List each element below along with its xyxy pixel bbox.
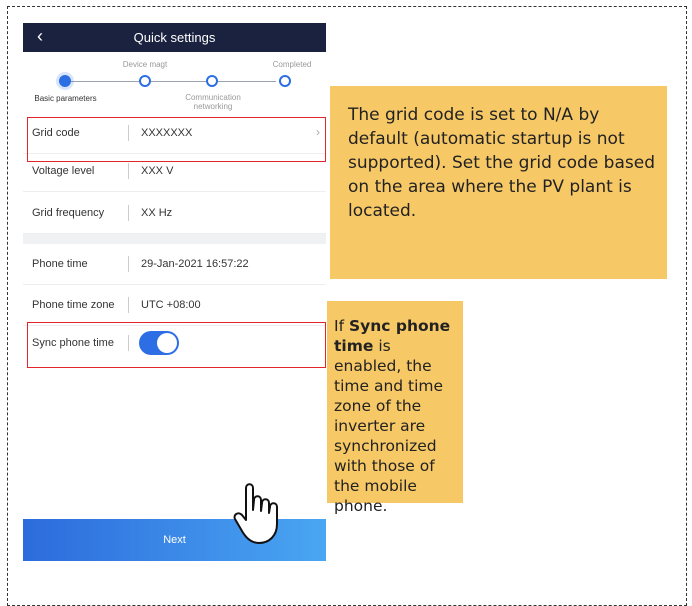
progress-stepper: Basic parameters Device magt Communicati… [23,52,326,122]
hand-pointer-icon [233,483,278,544]
phone-time-zone-label: Phone time zone [32,299,115,311]
title-bar: ‹ Quick settings [23,23,326,52]
divider [128,256,129,272]
step-1-dot [56,72,74,90]
divider [128,205,129,221]
grid-frequency-value: XX Hz [141,207,173,219]
sync-time-highlight [27,322,326,368]
step-4-label: Completed [272,60,312,69]
phone-time-label: Phone time [32,258,88,270]
voltage-level-label: Voltage level [32,165,95,177]
grid-frequency-row[interactable]: Grid frequency XX Hz [23,195,326,234]
step-3-dot [206,75,218,87]
step-3-label: Communication networking [185,93,241,111]
grid-code-callout: The grid code is set to N/A by default (… [330,86,667,279]
step-4-dot [279,75,291,87]
callout-bold-text: Sync phone time [334,317,451,355]
step-2-label: Device magt [122,60,168,69]
phone-time-row: Phone time 29-Jan-2021 16:57:22 [23,246,326,285]
phone-time-zone-value: UTC +08:00 [141,299,201,311]
callout-text-prefix: If [334,317,349,335]
divider [128,163,129,179]
grid-frequency-label: Grid frequency [32,207,105,219]
voltage-level-value: XXX V [141,165,174,177]
step-2-dot [139,75,151,87]
step-1-label: Basic parameters [34,94,97,103]
stepper-line [65,81,276,82]
grid-code-highlight [27,117,326,162]
divider [128,297,129,313]
callout-text-suffix: is enabled, the time and time zone of th… [334,337,444,515]
phone-time-zone-row: Phone time zone UTC +08:00 [23,287,326,326]
phone-time-value: 29-Jan-2021 16:57:22 [141,258,249,270]
section-separator [23,234,326,244]
sync-time-callout: If Sync phone time is enabled, the time … [327,301,463,515]
page-title: Quick settings [133,30,216,45]
